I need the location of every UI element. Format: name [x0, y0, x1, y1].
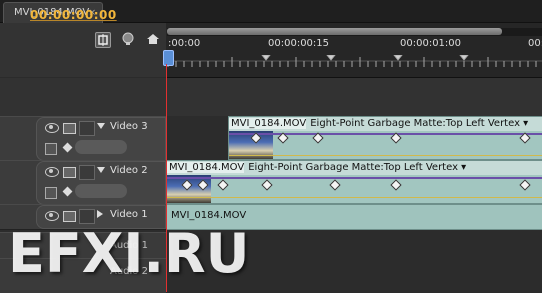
clip-video3[interactable]: MVI_0184.MOV Eight-Point Garbage Matte:To…: [228, 116, 542, 160]
track-header-video2[interactable]: Video 2: [0, 160, 166, 206]
clip-name: MVI_0184.MOV: [229, 118, 307, 129]
opacity-line[interactable]: [167, 197, 542, 198]
lock-toggle[interactable]: [79, 165, 95, 180]
keyframe-navigator[interactable]: [75, 184, 127, 198]
ruler-marker: [459, 55, 469, 61]
keyframe-icon[interactable]: [261, 179, 273, 191]
keyframe-display-icon[interactable]: [45, 187, 57, 199]
playhead-handle[interactable]: [163, 50, 174, 66]
ruler-marker: [261, 55, 271, 61]
keyframe-display-icon[interactable]: [45, 143, 57, 155]
expand-triangle-icon[interactable]: [97, 210, 103, 218]
track-name: Video 1: [110, 209, 148, 220]
keyframe-icon[interactable]: [329, 179, 341, 191]
opacity-line[interactable]: [229, 155, 542, 156]
track-header-video3[interactable]: Video 3: [0, 116, 166, 162]
filmstrip-icon[interactable]: [63, 211, 76, 222]
track-name: Video 2: [110, 165, 148, 176]
watermark: EFXI.RU: [8, 222, 250, 285]
ruler-label: :00:00: [168, 38, 201, 49]
lock-toggle[interactable]: [79, 121, 95, 136]
current-timecode[interactable]: 00:00:00:00: [30, 8, 117, 22]
clip-title-bar: MVI_0184.MOV Eight-Point Garbage Matte:To…: [229, 117, 542, 131]
effect-dropdown[interactable]: Eight-Point Garbage Matte:Top Left Verte…: [244, 162, 466, 173]
ruler-label: 00:00:01:00: [400, 38, 462, 49]
home-icon[interactable]: [146, 32, 160, 46]
clip-title-bar: MVI_0184.MOV Eight-Point Garbage Matte:To…: [167, 161, 542, 175]
effect-line: [229, 133, 542, 135]
snap-icon[interactable]: [95, 32, 111, 48]
keyframe-icon[interactable]: [62, 142, 73, 153]
eye-icon[interactable]: [45, 167, 59, 177]
track-header-panel: Video 2: [36, 161, 166, 205]
keyframe-navigator[interactable]: [75, 140, 127, 154]
track-header-panel: Video 3: [36, 117, 166, 161]
ruler-ticks: [166, 55, 542, 67]
empty-track-area: [0, 78, 542, 116]
collapse-triangle-icon[interactable]: [97, 123, 105, 129]
eye-icon[interactable]: [45, 123, 59, 133]
clip-name: MVI_0184.MOV: [167, 162, 245, 173]
ruler-label: 00:: [528, 38, 542, 49]
ruler-marker: [326, 55, 336, 61]
ruler-marker: [393, 55, 403, 61]
effect-dropdown[interactable]: Eight-Point Garbage Matte:Top Left Verte…: [306, 118, 528, 129]
timeline-header: [0, 23, 166, 77]
filmstrip-icon[interactable]: [63, 123, 76, 134]
clip-video2[interactable]: MVI_0184.MOV Eight-Point Garbage Matte:To…: [166, 160, 542, 204]
keyframe-icon[interactable]: [62, 186, 73, 197]
zoom-scrollbar-thumb[interactable]: [167, 28, 502, 35]
track-name: Video 3: [110, 121, 148, 132]
ruler-label: 00:00:00:15: [268, 38, 330, 49]
set-marker-icon[interactable]: [121, 32, 135, 46]
filmstrip-icon[interactable]: [63, 167, 76, 178]
collapse-triangle-icon[interactable]: [97, 167, 105, 173]
keyframe-icon[interactable]: [519, 179, 531, 191]
keyframe-icon[interactable]: [390, 179, 402, 191]
keyframe-icon[interactable]: [217, 179, 229, 191]
clip-name: MVI_0184.MOV: [171, 210, 247, 221]
eye-icon[interactable]: [45, 211, 59, 221]
